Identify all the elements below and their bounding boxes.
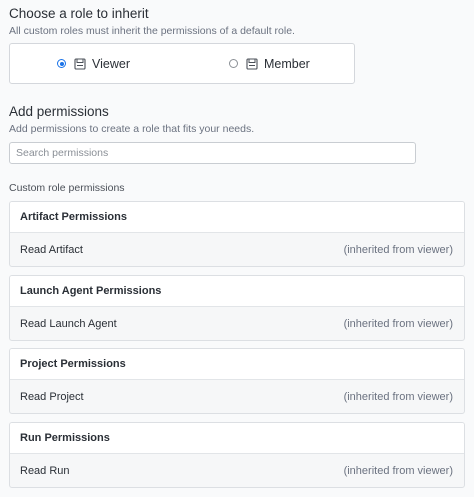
role-option-member[interactable]: Member [229,44,310,83]
permission-group-title: Project Permissions [10,349,464,380]
permission-name: Read Project [20,390,84,403]
role-option-viewer[interactable]: Viewer [57,44,130,83]
custom-permissions-label: Custom role permissions [9,182,125,194]
add-permissions-title: Add permissions [9,104,109,119]
role-selector: Viewer Member [9,43,355,84]
permission-name: Read Run [20,464,70,477]
member-label: Member [264,56,310,71]
permission-group-title: Artifact Permissions [10,202,464,233]
permission-note: (inherited from viewer) [343,390,453,403]
permission-group-project: Project Permissions Read Project (inheri… [9,348,465,414]
permission-row: Read Project (inherited from viewer) [10,380,464,413]
permission-note: (inherited from viewer) [343,464,453,477]
permission-row: Read Launch Agent (inherited from viewer… [10,307,464,340]
inherit-subtitle: All custom roles must inherit the permis… [9,25,295,37]
add-permissions-subtitle: Add permissions to create a role that fi… [9,123,255,135]
permission-group-launch-agent: Launch Agent Permissions Read Launch Age… [9,275,465,341]
viewer-label: Viewer [92,56,130,71]
permission-group-artifact: Artifact Permissions Read Artifact (inhe… [9,201,465,267]
permission-row: Read Run (inherited from viewer) [10,454,464,487]
viewer-radio[interactable] [57,59,66,68]
permission-note: (inherited from viewer) [343,317,453,330]
permission-group-run: Run Permissions Read Run (inherited from… [9,422,465,488]
search-permissions-input[interactable] [9,142,416,164]
permission-row: Read Artifact (inherited from viewer) [10,233,464,266]
role-member-icon [246,57,258,70]
member-radio[interactable] [229,59,238,68]
permission-name: Read Launch Agent [20,317,117,330]
permission-group-title: Run Permissions [10,423,464,454]
permission-group-title: Launch Agent Permissions [10,276,464,307]
inherit-title: Choose a role to inherit [9,6,149,21]
permission-note: (inherited from viewer) [343,243,453,256]
role-viewer-icon [74,57,86,70]
permission-name: Read Artifact [20,243,83,256]
